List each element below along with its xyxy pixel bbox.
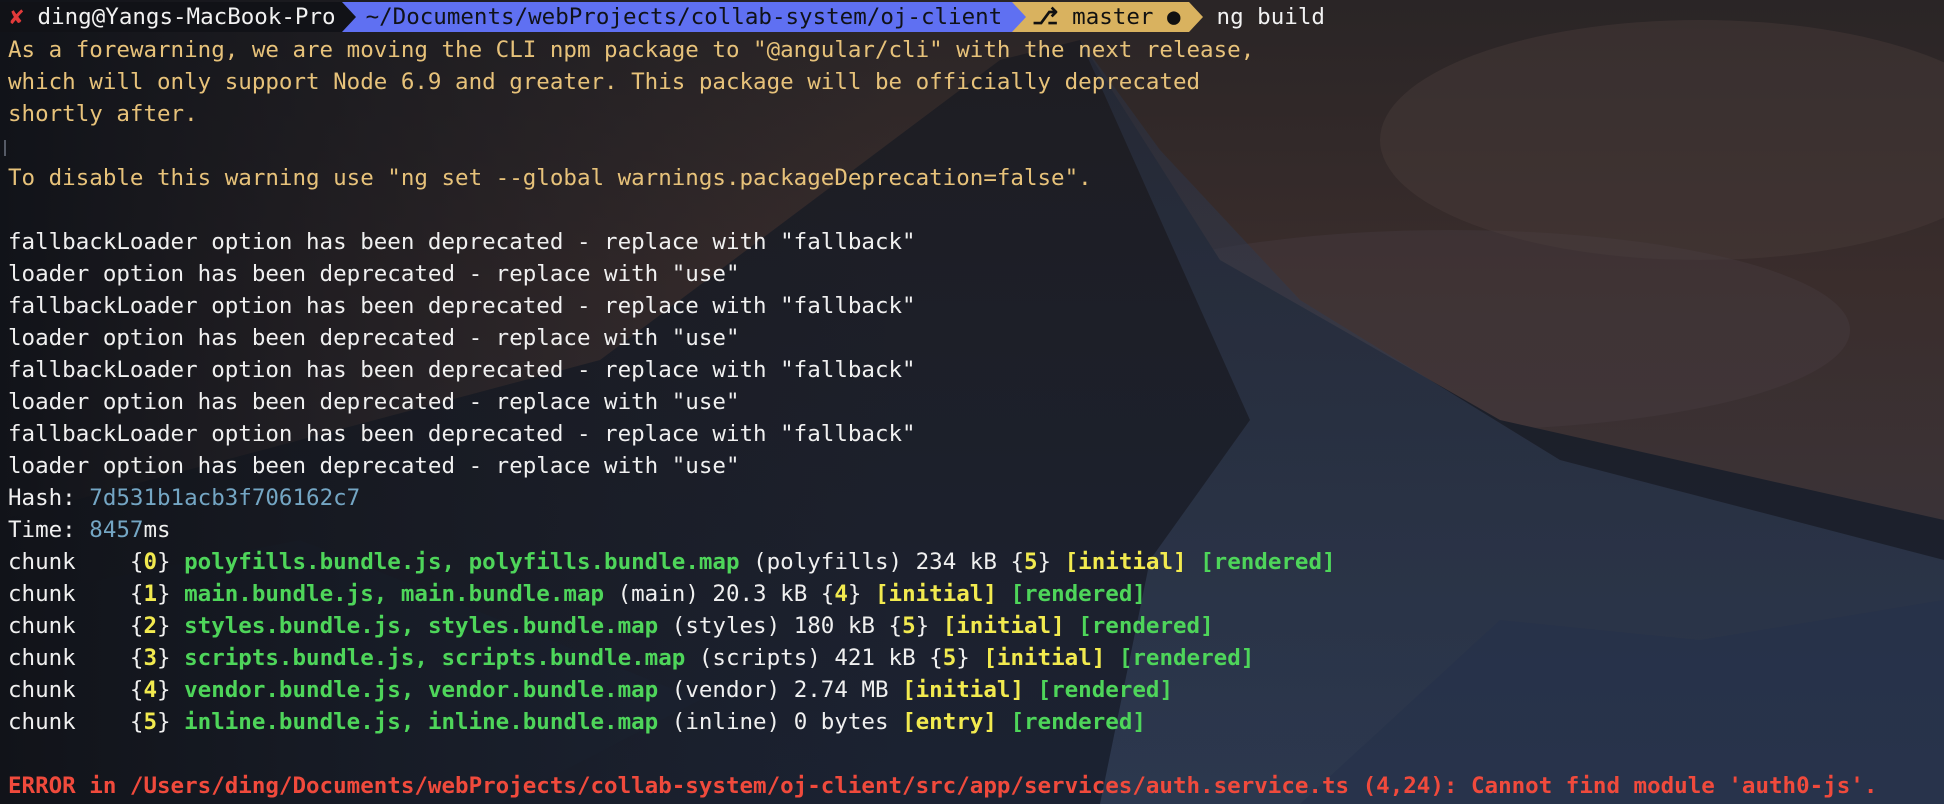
- deprecation-line: fallbackLoader option has been deprecate…: [8, 293, 916, 319]
- deprecation-line: fallbackLoader option has been deprecate…: [8, 357, 916, 383]
- prompt-git-segment: ⎇ master ●: [1026, 2, 1189, 32]
- chunk-label: chunk: [8, 677, 76, 703]
- error-status-icon: ✘: [10, 4, 24, 30]
- chunk-flag: [initial]: [902, 677, 1024, 703]
- chunk-name: (scripts): [698, 645, 821, 671]
- chunk-name: (styles): [671, 613, 781, 639]
- deprecation-line: loader option has been deprecated - repl…: [8, 325, 740, 351]
- warning-line: shortly after.: [8, 101, 198, 127]
- chunk-flag: [initial]: [1064, 549, 1187, 575]
- chunk-parent: 5: [942, 645, 957, 671]
- chunk-size: 180 kB: [793, 613, 875, 639]
- chunk-rendered: [rendered]: [1200, 549, 1336, 575]
- build-error-line: ERROR in /Users/ding/Documents/webProjec…: [8, 773, 1878, 799]
- chunk-size: 0 bytes: [793, 709, 889, 735]
- build-time-line: Time: 8457ms: [8, 514, 171, 546]
- chunk-line: chunk {1} main.bundle.js, main.bundle.ma…: [8, 581, 1146, 607]
- chunk-parent: 5: [902, 613, 916, 639]
- deprecation-line: loader option has been deprecated - repl…: [8, 261, 740, 287]
- prompt-context-segment: ✘ ding@Yangs-MacBook-Pro: [0, 2, 342, 32]
- git-branch-icon: ⎇: [1032, 4, 1059, 30]
- prompt-directory-segment: ~/Documents/webProjects/collab-system/oj…: [355, 2, 1013, 32]
- warning-line: To disable this warning use "ng set --gl…: [8, 165, 1092, 191]
- chunk-rendered: [rendered]: [1010, 581, 1146, 607]
- chunk-name: (polyfills): [753, 549, 903, 575]
- deprecation-line: fallbackLoader option has been deprecate…: [8, 229, 916, 255]
- entered-command: ng build: [1216, 4, 1325, 30]
- chunk-rendered: [rendered]: [1037, 677, 1174, 703]
- time-label: Time:: [8, 517, 90, 543]
- build-hash-line: Hash: 7d531b1acb3f706162c7: [8, 482, 360, 514]
- current-directory: ~/Documents/webProjects/collab-system/oj…: [365, 4, 1003, 30]
- chunk-id: 5: [143, 709, 158, 735]
- chunk-rendered: [rendered]: [1118, 645, 1255, 671]
- chunk-size: 421 kB: [834, 645, 916, 671]
- chunk-label: chunk: [8, 709, 76, 735]
- chunk-id: 0: [143, 549, 158, 575]
- chunk-line: chunk {0} polyfills.bundle.js, polyfills…: [8, 549, 1336, 575]
- git-branch-name: master ●: [1072, 4, 1181, 30]
- hash-value: 7d531b1acb3f706162c7: [89, 485, 361, 511]
- deprecation-line: fallbackLoader option has been deprecate…: [8, 421, 916, 447]
- chunk-name: (main): [617, 581, 699, 607]
- chunk-rendered: [rendered]: [1078, 613, 1214, 639]
- chunk-line: chunk {4} vendor.bundle.js, vendor.bundl…: [8, 677, 1174, 703]
- chunk-name: (inline): [671, 709, 781, 735]
- time-unit: ms: [143, 517, 171, 543]
- chunk-files: inline.bundle.js, inline.bundle.map: [184, 709, 659, 735]
- chunk-flag: [initial]: [874, 581, 997, 607]
- deprecation-line: loader option has been deprecated - repl…: [8, 453, 740, 479]
- deprecation-line: loader option has been deprecated - repl…: [8, 389, 740, 415]
- time-value: 8457: [89, 517, 144, 543]
- powerline-separator-icon: [1188, 2, 1203, 32]
- shell-prompt: ✘ ding@Yangs-MacBook-Pro ~/Documents/web…: [0, 2, 1325, 32]
- chunk-files: vendor.bundle.js, vendor.bundle.map: [184, 677, 659, 703]
- chunk-files: polyfills.bundle.js, polyfills.bundle.ma…: [184, 549, 740, 575]
- chunk-flag: [entry]: [902, 709, 997, 735]
- chunk-label: chunk: [8, 549, 76, 575]
- chunk-line: chunk {3} scripts.bundle.js, scripts.bun…: [8, 645, 1255, 671]
- chunk-files: scripts.bundle.js, scripts.bundle.map: [184, 645, 686, 671]
- chunk-id: 4: [143, 677, 158, 703]
- chunk-label: chunk: [8, 645, 76, 671]
- chunk-line: chunk {2} styles.bundle.js, styles.bundl…: [8, 613, 1214, 639]
- chunk-parent: 5: [1024, 549, 1038, 575]
- chunk-size: 234 kB: [915, 549, 997, 575]
- chunk-label: chunk: [8, 581, 76, 607]
- chunk-id: 1: [143, 581, 158, 607]
- chunk-files: styles.bundle.js, styles.bundle.map: [184, 613, 659, 639]
- chunk-rendered: [rendered]: [1010, 709, 1146, 735]
- chunk-parent: 4: [834, 581, 848, 607]
- powerline-separator-icon: [341, 2, 356, 32]
- chunk-size: 2.74 MB: [793, 677, 889, 703]
- powerline-separator-icon: [1012, 2, 1027, 32]
- hash-label: Hash:: [8, 485, 90, 511]
- chunk-line: chunk {5} inline.bundle.js, inline.bundl…: [8, 709, 1146, 735]
- chunk-label: chunk: [8, 613, 76, 639]
- chunk-name: (vendor): [671, 677, 781, 703]
- warning-line: As a forewarning, we are moving the CLI …: [8, 37, 1255, 63]
- chunk-id: 2: [143, 613, 158, 639]
- user-host: ding@Yangs-MacBook-Pro: [37, 4, 336, 30]
- chunk-files: main.bundle.js, main.bundle.map: [184, 581, 605, 607]
- warning-line: which will only support Node 6.9 and gre…: [8, 69, 1201, 95]
- terminal-output[interactable]: ✘ ding@Yangs-MacBook-Pro ~/Documents/web…: [0, 0, 1944, 804]
- chunk-flag: [initial]: [942, 613, 1065, 639]
- chunk-size: 20.3 kB: [712, 581, 808, 607]
- chunk-flag: [initial]: [983, 645, 1106, 671]
- chunk-id: 3: [143, 645, 158, 671]
